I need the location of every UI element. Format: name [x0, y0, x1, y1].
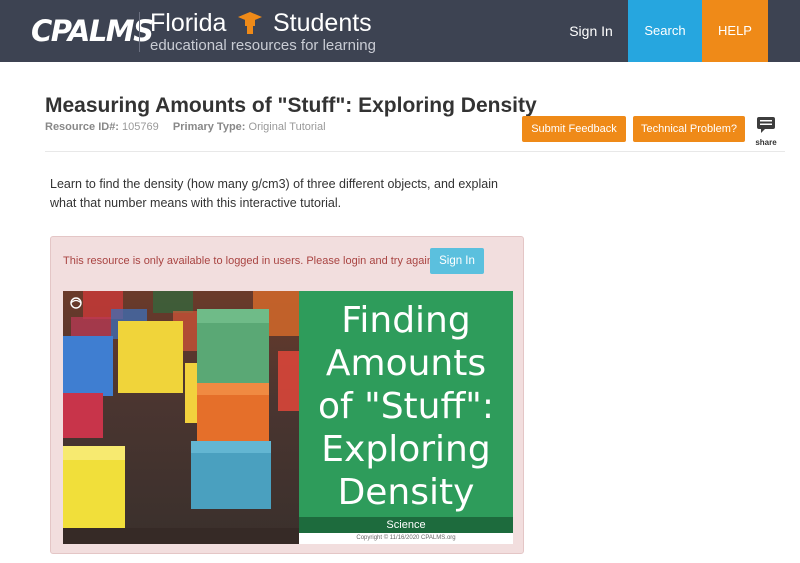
nav-help-button[interactable]: HELP: [702, 0, 768, 62]
thumbnail-title: Finding Amounts of "Stuff": Exploring De…: [299, 299, 513, 514]
nav-sign-in-link[interactable]: Sign In: [555, 0, 627, 62]
thumbnail-title-line: Amounts: [325, 343, 487, 384]
brand-students: Students: [273, 9, 372, 37]
nav-search-button[interactable]: Search: [628, 0, 702, 62]
cpalms-mini-logo-icon: [70, 297, 82, 309]
divider: [45, 151, 785, 152]
submit-feedback-button[interactable]: Submit Feedback: [522, 116, 626, 142]
thumbnail-title-line: Density: [337, 472, 475, 513]
resource-title: Measuring Amounts of "Stuff": Exploring …: [45, 94, 537, 117]
resource-description: Learn to find the density (how many g/cm…: [50, 177, 498, 210]
thumbnail-title-line: Finding: [341, 300, 471, 341]
resource-meta: Resource ID#: 105769 Primary Type: Origi…: [45, 121, 326, 133]
alert-message: This resource is only available to logge…: [63, 255, 436, 267]
tutorial-thumbnail: Finding Amounts of "Stuff": Exploring De…: [63, 291, 513, 544]
primary-type-value: Original Tutorial: [248, 121, 326, 133]
brand-florida: Florida: [150, 9, 227, 37]
cpalms-logo[interactable]: CPALMS: [31, 12, 154, 50]
alert-sign-in-button[interactable]: Sign In: [430, 248, 484, 274]
colored-blocks-photo: [63, 291, 299, 544]
thumbnail-title-line: of "Stuff":: [318, 386, 494, 427]
login-required-alert: This resource is only available to logge…: [50, 236, 524, 554]
technical-problem-button[interactable]: Technical Problem?: [633, 116, 745, 142]
thumbnail-subject: Science: [299, 517, 513, 533]
top-navigation-bar: CPALMS Florida Students educational reso…: [0, 0, 800, 62]
brand-divider: [139, 12, 140, 52]
share-button[interactable]: share: [754, 116, 778, 147]
thumbnail-copyright: Copyright © 11/16/2020 CPALMS.org: [299, 533, 513, 544]
graduation-cap-icon: [238, 12, 262, 34]
logo-text: CPALMS: [31, 14, 154, 48]
resource-id-value: 105769: [122, 121, 159, 133]
primary-type-label: Primary Type:: [172, 121, 246, 133]
thumbnail-title-panel: Finding Amounts of "Stuff": Exploring De…: [299, 291, 513, 517]
share-speech-icon: [757, 117, 775, 133]
share-label: share: [755, 138, 777, 147]
resource-id-label: Resource ID#:: [45, 121, 119, 133]
brand-tagline: educational resources for learning: [150, 37, 376, 54]
thumbnail-title-line: Exploring: [321, 429, 491, 470]
